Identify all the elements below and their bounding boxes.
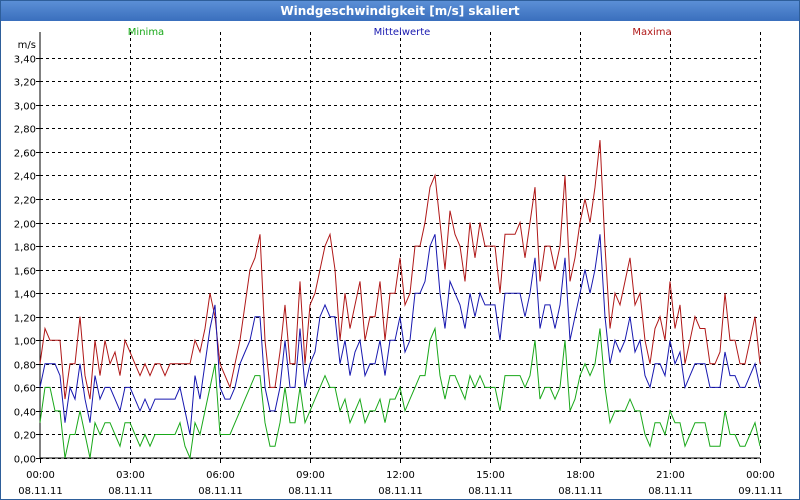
y-tick-label: 2,00 (14, 220, 36, 231)
x-tick-date: 08.11.11 (558, 486, 603, 497)
x-tick-time: 00:00 (746, 470, 775, 481)
x-tick-time: 21:00 (656, 470, 685, 481)
x-tick-date: 08.11.11 (198, 486, 243, 497)
y-tick-label: 2,60 (14, 149, 36, 160)
y-axis-unit: m/s (18, 40, 36, 51)
x-tick-time: 00:00 (26, 470, 55, 481)
x-tick-date: 08.11.11 (288, 486, 333, 497)
x-tick-time: 09:00 (296, 470, 325, 481)
x-tick-date: 09.11.11 (738, 486, 783, 497)
x-tick-time: 06:00 (206, 470, 235, 481)
y-tick-label: 0,00 (14, 455, 36, 466)
y-tick-label: 3,20 (14, 78, 36, 89)
y-tick-label: 0,40 (14, 408, 36, 419)
y-tick-label: 0,80 (14, 361, 36, 372)
y-tick-label: 1,60 (14, 267, 36, 278)
x-tick-date: 08.11.11 (378, 486, 423, 497)
x-tick-time: 03:00 (116, 470, 145, 481)
y-tick-label: 2,80 (14, 125, 36, 136)
y-tick-label: 3,00 (14, 102, 36, 113)
legend-maxima: Maxima (632, 27, 671, 38)
x-tick-time: 12:00 (386, 470, 415, 481)
x-tick-time: 18:00 (566, 470, 595, 481)
y-tick-label: 2,20 (14, 196, 36, 207)
y-tick-label: 1,00 (14, 337, 36, 348)
y-tick-label: 3,40 (14, 55, 36, 66)
x-tick-date: 08.11.11 (648, 486, 693, 497)
y-tick-label: 0,60 (14, 384, 36, 395)
y-tick-label: 1,40 (14, 290, 36, 301)
y-tick-label: 0,20 (14, 431, 36, 442)
x-tick-date: 08.11.11 (18, 486, 63, 497)
x-tick-date: 08.11.11 (468, 486, 513, 497)
line-chart: 0,00 0,20 0,40 0,60 0,80 1,00 1,20 1,40 1,60 1,80… (14, 27, 783, 497)
y-tick-label: 1,80 (14, 243, 36, 254)
legend-minima: Minima (128, 27, 164, 38)
y-tick-label: 2,40 (14, 172, 36, 183)
x-tick-time: 15:00 (476, 470, 505, 481)
y-tick-label: 1,20 (14, 314, 36, 325)
x-tick-date: 08.11.11 (108, 486, 153, 497)
legend-mittelwerte: Mittelwerte (374, 27, 431, 38)
